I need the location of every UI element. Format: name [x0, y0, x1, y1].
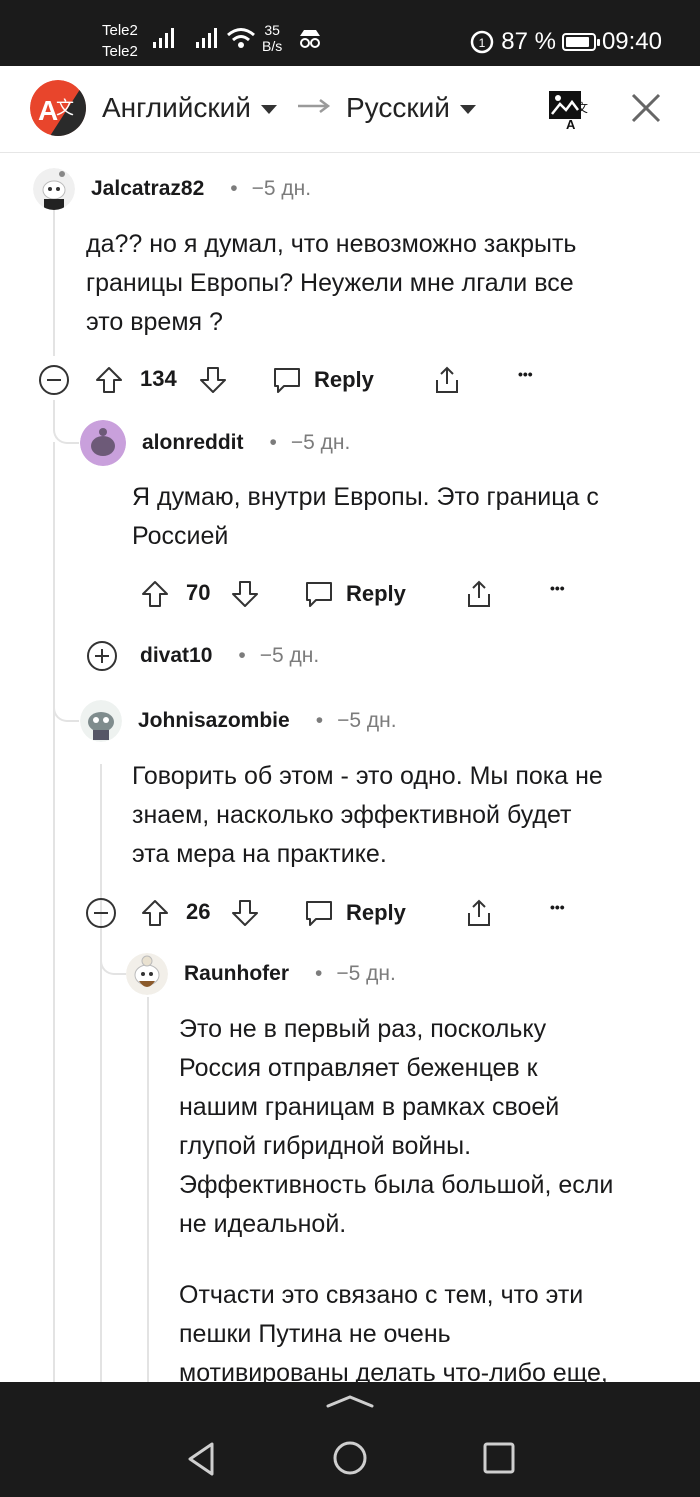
comment-header: Jalcatraz82 • −5 дн. [33, 168, 311, 210]
share-icon[interactable] [464, 898, 494, 928]
carrier-labels: Tele2 Tele2 [102, 20, 138, 62]
translator-logo-icon[interactable]: A 文 [30, 80, 86, 136]
reply-icon [306, 582, 332, 607]
collapsed-comment-header: divat10 • −5 дн. [86, 640, 319, 672]
more-options-button[interactable]: ••• [550, 580, 565, 596]
downvote-icon[interactable] [198, 365, 228, 395]
wifi-icon [227, 28, 255, 48]
comment-age: • −5 дн. [269, 431, 351, 454]
data-saver-icon: 1 [470, 30, 494, 54]
source-language-label: Английский [102, 92, 251, 123]
comment-age: • −5 дн. [230, 177, 312, 200]
chevron-down-icon [459, 105, 476, 115]
spy-icon [300, 30, 320, 48]
battery-percent: 87 % [501, 28, 556, 55]
comment-thread: Jalcatraz82 • −5 дн. да?? но я думал, что… [0, 152, 700, 1382]
reply-label: Reply [314, 367, 374, 392]
more-options-button[interactable]: ••• [518, 366, 533, 382]
comment-header: Raunhofer • −5 дн. [126, 953, 396, 995]
more-options-button[interactable]: ••• [550, 899, 565, 915]
avatar[interactable] [80, 700, 122, 742]
chevron-down-icon [260, 105, 277, 115]
comment-actions: 134 Reply ••• [0, 360, 700, 400]
status-bar: Tele2 Tele2 35 B/s 1 87 % 09:40 [0, 0, 700, 66]
collapse-icon[interactable] [38, 364, 70, 396]
downvote-icon[interactable] [230, 898, 260, 928]
thread-line [53, 204, 55, 356]
home-circle-icon[interactable] [332, 1440, 368, 1476]
username[interactable]: Jalcatraz82 [91, 177, 204, 201]
svg-text:1: 1 [479, 36, 486, 50]
comment-body: Это не в первый раз, поскольку Россия от… [179, 1015, 614, 1382]
carrier-2: Tele2 [102, 43, 138, 60]
translator-bar: A 文 Английский Русский 文 A [0, 66, 700, 153]
upvote-icon[interactable] [140, 579, 170, 609]
signal-1-icon [153, 28, 174, 48]
chevron-up-icon[interactable] [324, 1394, 376, 1410]
thread-connector [53, 682, 79, 722]
thread-line [147, 997, 149, 1382]
source-language-select[interactable]: Английский [102, 92, 277, 124]
reply-button[interactable]: Reply [272, 365, 374, 395]
target-language-select[interactable]: Русский [346, 92, 476, 124]
reply-label: Reply [346, 581, 406, 606]
thread-line [100, 764, 102, 1382]
collapse-icon[interactable] [85, 897, 117, 929]
reply-button[interactable]: Reply [304, 898, 406, 928]
reply-icon [274, 368, 300, 393]
vote-count: 70 [186, 580, 211, 605]
signal-2-icon [196, 28, 217, 48]
swap-arrow-icon[interactable] [296, 96, 332, 116]
back-triangle-icon[interactable] [184, 1440, 218, 1478]
upvote-icon[interactable] [94, 365, 124, 395]
vote-count: 26 [186, 899, 211, 924]
carrier-1: Tele2 [102, 22, 138, 39]
comment-body: Говорить об этом - это одно. Мы пока не … [132, 762, 603, 868]
recents-square-icon[interactable] [482, 1441, 516, 1475]
close-icon[interactable] [630, 92, 662, 124]
image-translate-icon[interactable]: 文 A [546, 88, 592, 130]
comment-body: да?? но я думал, что невозможно закрыть … [86, 230, 577, 336]
comment-actions: 70 Reply ••• [0, 574, 700, 614]
target-language-label: Русский [346, 92, 450, 123]
avatar[interactable] [126, 953, 168, 995]
downvote-icon[interactable] [230, 579, 260, 609]
avatar[interactable] [33, 168, 75, 210]
vote-count: 134 [140, 366, 177, 391]
comment-age: • −5 дн. [315, 709, 397, 732]
comment-body: Я думаю, внутри Европы. Это граница с Ро… [132, 483, 599, 550]
upvote-icon[interactable] [140, 898, 170, 928]
username[interactable]: Johnisazombie [138, 709, 290, 733]
svg-text:文: 文 [576, 100, 588, 115]
svg-text:A: A [566, 117, 576, 130]
expand-icon[interactable] [86, 640, 118, 672]
system-nav-bar [0, 1382, 700, 1497]
comment-header: alonreddit • −5 дн. [80, 420, 350, 466]
svg-text:文: 文 [56, 98, 74, 119]
share-icon[interactable] [464, 579, 494, 609]
clock: 09:40 [601, 28, 662, 55]
reply-label: Reply [346, 900, 406, 925]
battery-icon [561, 33, 600, 51]
reply-button[interactable]: Reply [304, 579, 406, 609]
username[interactable]: Raunhofer [184, 962, 289, 986]
comment-actions: 26 Reply ••• [0, 893, 700, 933]
net-speed: 35 B/s [262, 22, 283, 54]
thread-connector [53, 400, 79, 444]
comment-header: Johnisazombie • −5 дн. [80, 700, 397, 742]
username[interactable]: alonreddit [142, 431, 244, 455]
comment-age: • −5 дн. [315, 962, 396, 985]
avatar[interactable] [80, 420, 126, 466]
share-icon[interactable] [432, 365, 462, 395]
comment-age: • −5 дн. [238, 644, 320, 667]
thread-connector [100, 933, 126, 975]
username[interactable]: divat10 [140, 644, 212, 668]
status-right: 1 87 % 09:40 [469, 28, 662, 56]
reply-icon [306, 901, 332, 926]
